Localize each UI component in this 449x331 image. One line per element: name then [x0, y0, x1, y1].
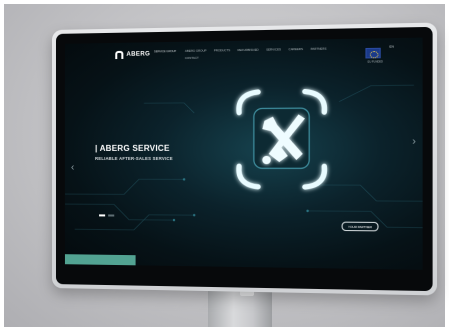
language-switcher[interactable]: EN — [389, 44, 394, 48]
eu-caption: EU FUNDED — [367, 60, 383, 64]
monitor-bezel: ABERG SERVICE GROUP ABERG GROUP PRODUCTS… — [55, 26, 433, 292]
monitor: ABERG SERVICE GROUP ABERG GROUP PRODUCTS… — [52, 22, 438, 296]
nav-item-refurbished[interactable]: REFURBISHED — [238, 48, 259, 52]
slider-dots — [99, 214, 115, 217]
wrench-screwdriver-icon — [218, 81, 346, 198]
teal-accent-strip — [64, 254, 136, 266]
aberg-logo-icon — [115, 50, 124, 60]
nav-item-partners[interactable]: PARTNERS — [310, 47, 326, 51]
chevron-right-icon[interactable]: › — [412, 136, 416, 148]
site-logo[interactable]: ABERG — [115, 50, 151, 60]
nav-item-careers[interactable]: CAREERS — [289, 47, 303, 51]
slider-dot-active[interactable] — [99, 214, 106, 216]
nav-item-products[interactable]: PRODUCTS — [214, 48, 230, 52]
logo-text: ABERG — [126, 51, 151, 58]
chevron-left-icon[interactable]: ‹ — [71, 162, 74, 173]
hero-title: | ABERG SERVICE — [95, 143, 170, 153]
nav-item-services[interactable]: SERVICES — [266, 47, 281, 51]
slider-dot[interactable] — [108, 214, 115, 217]
nav-item-contact[interactable]: CONTACT — [185, 56, 199, 60]
sublogo: SERVICE GROUP — [153, 50, 177, 54]
website-screen: ABERG SERVICE GROUP ABERG GROUP PRODUCTS… — [64, 37, 423, 270]
hero-subtitle: RELIABLE AFTER-SALES SERVICE — [95, 155, 173, 162]
partner-button[interactable]: YOUR PARTNER — [341, 221, 379, 232]
eu-flag-icon — [365, 47, 381, 59]
nav-item-group[interactable]: ABERG GROUP — [185, 48, 207, 52]
